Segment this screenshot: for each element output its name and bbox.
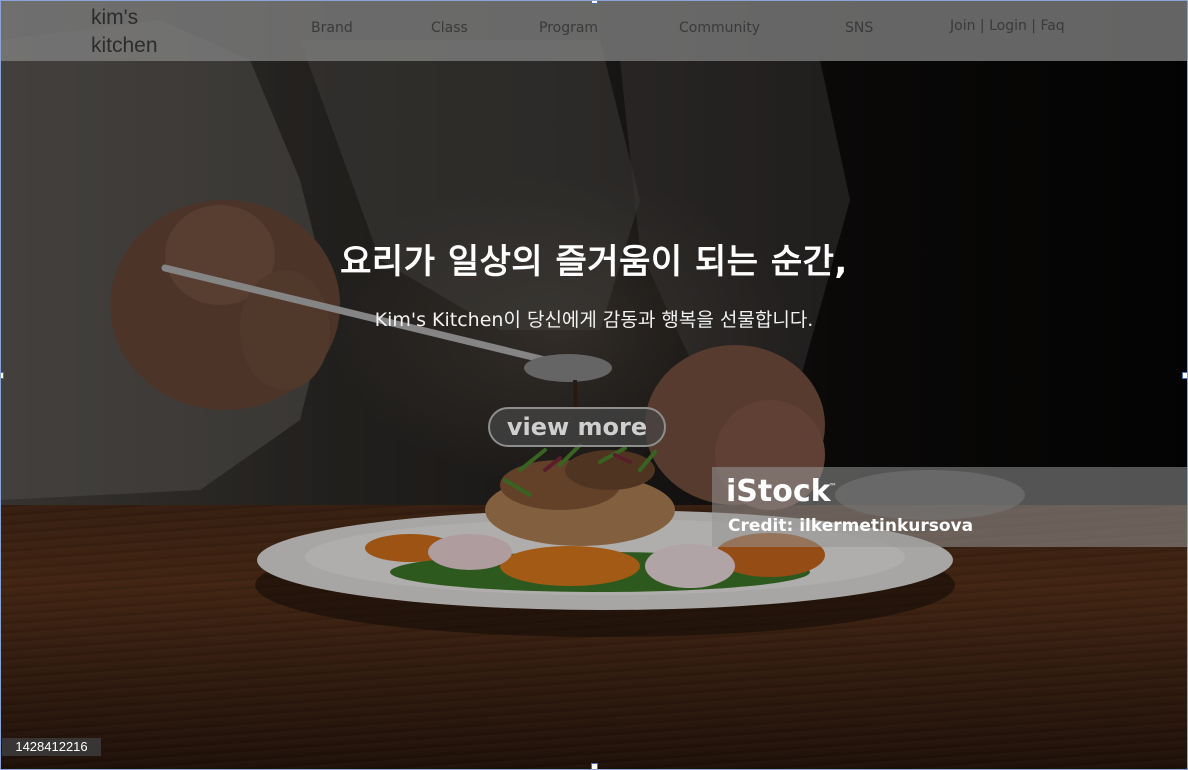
stock-credit: Credit: ilkermetinkursova <box>728 516 974 536</box>
nav-link-community[interactable]: Community <box>679 20 760 36</box>
nav-auth-links[interactable]: Join | Login | Faq <box>950 18 1065 34</box>
resize-handle-right[interactable] <box>1182 372 1188 379</box>
hero-headline: 요리가 일상의 즐거움이 되는 순간, <box>340 242 848 282</box>
stock-watermark-logo: iStock <box>726 474 831 509</box>
nav-link-brand[interactable]: Brand <box>311 20 353 36</box>
resize-handle-bottom[interactable] <box>591 763 598 770</box>
hero-photo <box>0 0 1188 770</box>
resize-handle-top[interactable] <box>591 0 598 4</box>
view-more-button[interactable]: view more <box>488 407 666 447</box>
nav-link-class[interactable]: Class <box>431 20 468 36</box>
nav-link-program[interactable]: Program <box>539 20 598 36</box>
logo-line-2: kitchen <box>91 34 158 57</box>
resize-handle-left[interactable] <box>0 372 4 379</box>
top-navigation-bar: kim's kitchen Brand Class Program Commun… <box>0 0 1188 61</box>
site-logo[interactable]: kim's kitchen <box>91 4 201 60</box>
nav-link-sns[interactable]: SNS <box>845 20 873 36</box>
hero-background <box>0 0 1188 770</box>
logo-line-1: kim's <box>91 6 139 29</box>
stock-trademark: ™ <box>829 482 837 491</box>
hero-subline: Kim's Kitchen이 당신에게 감동과 행복을 선물합니다. <box>374 309 814 331</box>
stock-image-id: 1428412216 <box>2 738 101 756</box>
